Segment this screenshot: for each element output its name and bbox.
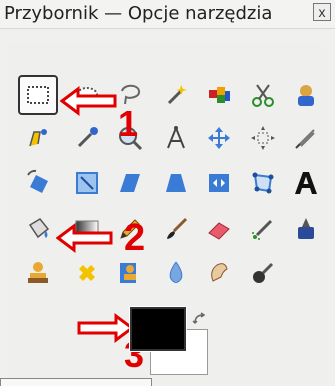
color-select-icon[interactable] [199,75,239,115]
annotation-number-1: 1 [118,103,139,144]
foreground-select-icon[interactable] [286,75,326,115]
shear-icon[interactable] [110,163,150,203]
dodge-burn-icon[interactable] [243,253,283,293]
text-icon[interactable] [286,163,326,203]
close-button[interactable]: x [313,3,331,21]
rectangle-select-icon[interactable] [18,75,58,115]
airbrush-icon[interactable] [243,209,283,249]
heal-icon[interactable] [67,253,107,293]
blur-drop-icon[interactable] [156,253,196,293]
paintbrush-icon[interactable] [156,209,196,249]
eraser-icon[interactable] [199,209,239,249]
swap-colors-icon[interactable] [192,311,208,327]
rotate-icon[interactable] [18,163,58,203]
annotation-number-2: 2 [124,217,146,259]
smudge-icon[interactable] [199,253,239,293]
clone-stamp-icon[interactable] [18,253,58,293]
perspective-icon[interactable] [156,163,196,203]
cage-transform-icon[interactable] [243,163,283,203]
bucket-fill-icon[interactable] [18,209,58,249]
paths-icon[interactable] [18,118,58,158]
annotation-arrow-2 [56,223,113,253]
annotation-arrow-1 [60,86,117,116]
title-bar: Przybornik — Opcje narzędzia x [0,0,335,29]
foreground-color-swatch[interactable] [130,307,186,351]
move-icon[interactable] [199,118,239,158]
scale-icon[interactable] [67,163,107,203]
window-title: Przybornik — Opcje narzędzia [4,3,273,24]
color-selector [130,307,212,377]
flip-icon[interactable] [199,163,239,203]
crop-icon[interactable] [286,118,326,158]
ink-icon[interactable] [286,209,326,249]
tool-grid [6,33,318,303]
magic-wand-icon[interactable] [156,75,196,115]
scissors-icon[interactable] [243,75,283,115]
align-icon[interactable] [243,118,283,158]
color-picker-icon[interactable] [67,118,107,158]
measure-icon[interactable] [156,118,196,158]
